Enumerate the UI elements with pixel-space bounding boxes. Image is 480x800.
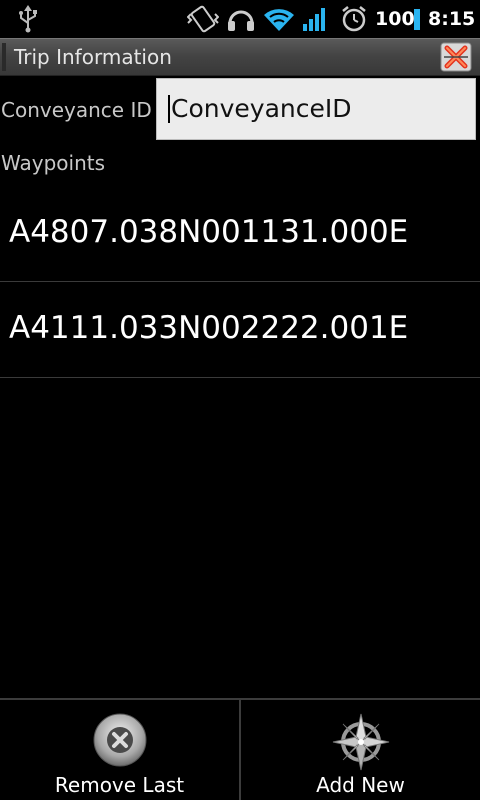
list-item[interactable]: A4807.038N001131.000E bbox=[0, 186, 480, 282]
conveyance-id-field[interactable]: ConveyanceID bbox=[156, 78, 476, 140]
status-bar: 100 8:15 bbox=[0, 0, 480, 38]
alarm-icon bbox=[341, 5, 367, 37]
text-cursor bbox=[168, 95, 170, 123]
signal-icon bbox=[302, 5, 330, 37]
battery-level: 100 bbox=[375, 8, 415, 30]
waypoints-label: Waypoints bbox=[1, 151, 106, 175]
wifi-icon bbox=[262, 5, 296, 37]
title-bar-edge bbox=[2, 43, 6, 71]
remove-last-button[interactable]: Remove Last bbox=[0, 700, 239, 800]
title-bar: Trip Information bbox=[0, 38, 480, 76]
remove-last-label: Remove Last bbox=[54, 773, 185, 797]
conveyance-id-value[interactable]: ConveyanceID bbox=[171, 94, 351, 123]
add-new-label: Add New bbox=[316, 773, 405, 797]
battery-icon bbox=[414, 9, 420, 30]
close-app-icon[interactable] bbox=[440, 42, 472, 72]
vibrate-icon bbox=[186, 5, 220, 37]
waypoint-text: A4111.033N002222.001E bbox=[9, 310, 409, 346]
waypoint-list: A4807.038N001131.000E A4111.033N002222.0… bbox=[0, 186, 480, 378]
headset-icon bbox=[226, 5, 256, 37]
bottom-bar: Remove Last Add New bbox=[0, 698, 480, 800]
add-new-button[interactable]: Add New bbox=[241, 700, 480, 800]
clock: 8:15 bbox=[428, 8, 476, 30]
usb-icon bbox=[16, 5, 40, 37]
page-title: Trip Information bbox=[14, 45, 172, 69]
waypoint-text: A4807.038N001131.000E bbox=[9, 214, 409, 250]
compass-rose-icon bbox=[331, 712, 391, 776]
list-item[interactable]: A4111.033N002222.001E bbox=[0, 282, 480, 378]
conveyance-id-label: Conveyance ID bbox=[1, 98, 152, 122]
remove-circle-icon bbox=[92, 712, 148, 772]
